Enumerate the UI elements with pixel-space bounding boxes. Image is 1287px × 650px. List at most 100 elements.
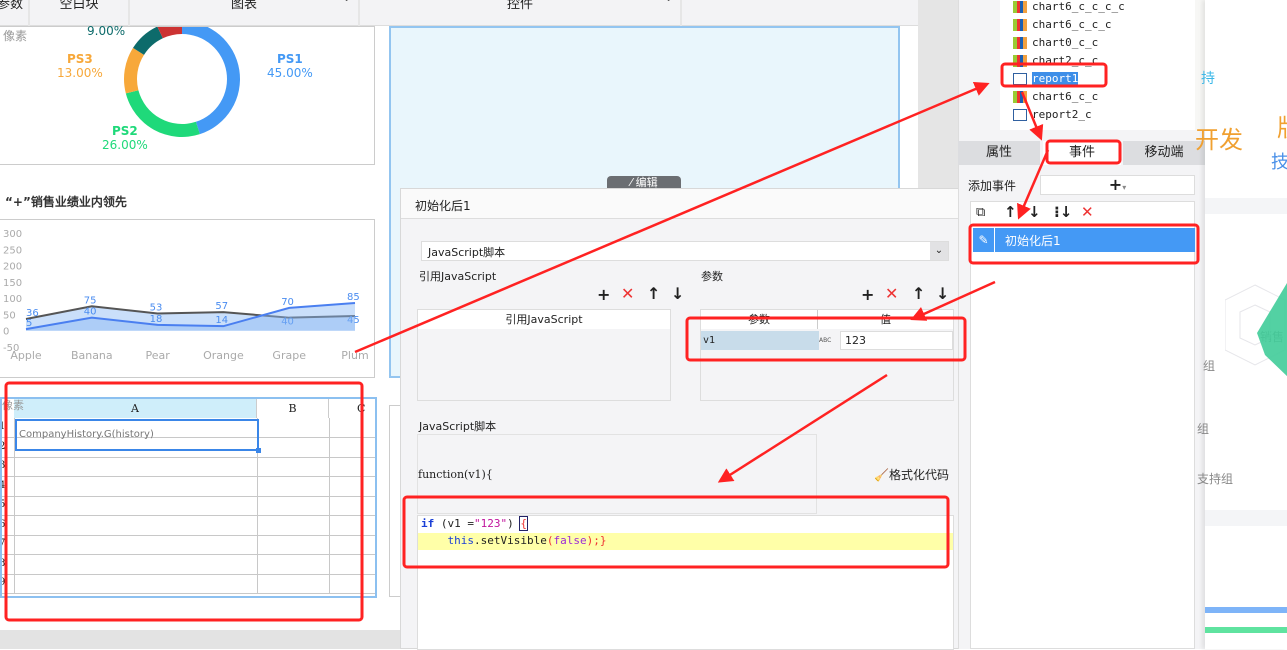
param-type-icon[interactable]: ABC	[819, 331, 840, 350]
column-header-b[interactable]: B	[257, 399, 329, 418]
row-header[interactable]: 3	[2, 460, 5, 471]
tree-scrollbar[interactable]	[1195, 0, 1205, 130]
tree-item[interactable]: report1	[1013, 70, 1079, 88]
param-name-cell[interactable]: v1	[701, 331, 819, 350]
copy-icon[interactable]: ⧉	[976, 205, 985, 220]
radar-label: 组	[1197, 422, 1210, 436]
preview-text: 开发	[1195, 126, 1243, 154]
arrow-down-icon[interactable]: ↓	[671, 284, 684, 303]
delete-icon[interactable]: ✕	[621, 284, 634, 303]
tree-item[interactable]: chart2_c_c	[1013, 52, 1098, 70]
row-header[interactable]: 8	[2, 558, 5, 569]
event-item-label: 初始化后1	[1005, 234, 1061, 248]
slice-name: PS1	[276, 52, 303, 66]
tree-item-label: chart0_c_c	[1032, 36, 1099, 49]
toolbar-widget-dropdown[interactable]: 控件 ⌄	[360, 0, 682, 26]
row-header[interactable]: 2	[2, 441, 5, 452]
y-tick-label: 300	[3, 229, 22, 240]
toolbar-params[interactable]: 参数	[0, 0, 30, 26]
horizontal-scrollbar[interactable]	[0, 630, 400, 649]
add-icon: +	[1108, 175, 1123, 194]
delete-icon[interactable]: ✕	[1081, 203, 1094, 221]
code-editor[interactable]: if (v1 ="123") { this.setVisible(false);…	[417, 515, 954, 650]
line-chart-widget[interactable]: 300 250 200 150 100 50 0 -50 36 75 53 57 40 45 5 40 18 14…	[0, 219, 375, 378]
label: 空白块	[59, 0, 99, 12]
row-header[interactable]: 6	[2, 519, 5, 530]
tree-item[interactable]: chart6_c_c_c	[1013, 16, 1111, 34]
grid-line	[329, 476, 330, 497]
script-type-select[interactable]: JavaScript脚本 ⌄	[421, 241, 949, 261]
x-tick-label: Banana	[71, 349, 113, 362]
grid-line	[329, 554, 330, 575]
arrow-down-icon[interactable]: ↓	[936, 284, 949, 303]
tree-item[interactable]: chart0_c_c	[1013, 34, 1098, 52]
fill-handle[interactable]	[256, 448, 261, 453]
grid-line	[14, 574, 15, 594]
progress-bar	[1205, 627, 1287, 633]
divider	[1205, 198, 1287, 214]
add-param-icon[interactable]: +	[861, 285, 874, 304]
code-token: .setVisible	[474, 534, 547, 547]
report-icon	[1013, 73, 1027, 85]
y-tick-label: 0	[3, 327, 9, 338]
toolbar-chart-dropdown[interactable]: 图表 ⌄	[130, 0, 360, 26]
tab-mobile[interactable]: 移动端	[1123, 141, 1205, 165]
row-header[interactable]: 9	[2, 577, 5, 588]
data-label: 57	[215, 301, 228, 312]
select-value: JavaScript脚本	[428, 246, 506, 259]
grid-line	[14, 554, 15, 575]
data-label: 75	[84, 295, 97, 306]
param-name-header: 参数	[701, 310, 818, 329]
row-header[interactable]: 1	[2, 421, 5, 432]
event-item[interactable]: ✎ 初始化后1	[973, 228, 1195, 252]
toolbar-blank-block[interactable]: 空白块	[30, 0, 130, 26]
data-label: 5	[26, 318, 32, 329]
tree-item[interactable]: chart6_c_c_c_c	[1013, 0, 1125, 16]
tree-item-label: chart6_c_c_c	[1032, 18, 1112, 31]
chevron-down-icon: ⌄	[664, 0, 673, 3]
arrow-up-icon[interactable]: ↑	[1004, 203, 1017, 221]
cell-a1[interactable]: CompanyHistory.G(history)	[15, 419, 259, 451]
arrow-up-icon[interactable]: ↑	[647, 284, 660, 303]
add-event-button[interactable]: +▾	[1040, 175, 1195, 195]
table-row: 8	[2, 554, 375, 575]
grid-line	[257, 554, 258, 575]
x-tick-label: Grape	[272, 349, 306, 362]
ref-js-section-label: 引用JavaScript	[419, 270, 497, 283]
pencil-icon: ✎	[973, 228, 995, 252]
tab-properties[interactable]: 属性	[958, 141, 1040, 165]
code-token: ;}	[593, 534, 607, 547]
chevron-down-icon: ⌄	[342, 0, 351, 3]
param-value-input[interactable]: 123	[840, 331, 953, 350]
data-label: 53	[150, 302, 163, 313]
tree-item-label: chart6_c_c_c_c	[1032, 0, 1125, 13]
table-row: 7	[2, 535, 375, 555]
table-row: 6	[2, 515, 375, 536]
slice-pct: 26.00%	[102, 138, 148, 152]
arrow-down-icon[interactable]: ↓	[1028, 203, 1041, 221]
row-header[interactable]: 5	[2, 499, 5, 510]
add-icon[interactable]: +	[597, 285, 610, 304]
radar-chart	[1225, 283, 1287, 377]
report-grid[interactable]: A B C 像素 1 2 3 4 5 6 7 8 9 CompanyHistory.G(hist…	[0, 397, 377, 598]
tree-item[interactable]: report2_c	[1013, 106, 1092, 124]
params-table[interactable]: 参数 值 v1 ABC 123	[700, 309, 954, 401]
tree-item[interactable]: chart6_c_c	[1013, 88, 1098, 106]
row-header[interactable]: 7	[2, 538, 5, 549]
y-tick-label: 150	[3, 278, 22, 289]
column-header-a[interactable]: A	[14, 399, 257, 418]
move-bottom-icon[interactable]: ⁝↓	[1054, 203, 1072, 221]
donut-chart-widget[interactable]: 像素 PS1 45.00% PS2 26.00% PS3 13.00% 9.00%	[0, 24, 375, 165]
delete-param-icon[interactable]: ✕	[885, 284, 898, 303]
format-code-button[interactable]: 🧹格式化代码	[874, 466, 949, 483]
ref-js-table[interactable]: 引用JavaScript	[417, 309, 671, 401]
arrow-up-icon[interactable]: ↑	[912, 284, 925, 303]
chevron-down-icon[interactable]: ⌄	[930, 242, 948, 260]
dialog-title: 初始化后1	[401, 189, 967, 219]
data-label: 18	[150, 314, 163, 325]
ps1-label: PS1 45.00%	[267, 52, 313, 80]
row-header[interactable]: 4	[2, 480, 5, 491]
add-event-label: 添加事件	[968, 179, 1017, 193]
column-header-c[interactable]: C	[357, 399, 365, 418]
tab-events[interactable]: 事件	[1043, 141, 1121, 165]
